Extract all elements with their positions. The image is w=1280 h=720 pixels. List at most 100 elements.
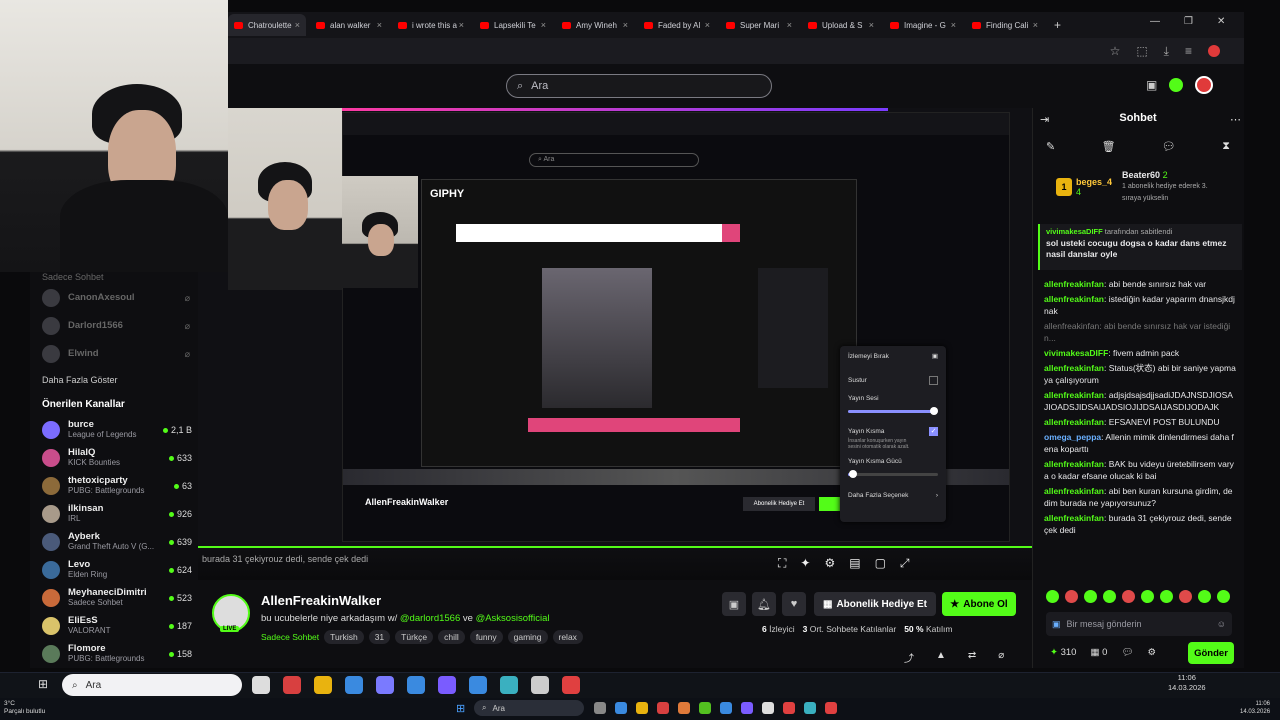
pip-icon[interactable]: ▢ <box>875 556 886 571</box>
taskbar-outer-app-icon[interactable] <box>615 702 627 714</box>
kick-logo-icon[interactable] <box>1169 78 1184 92</box>
trash-icon[interactable]: 🗑︎ <box>1102 140 1116 153</box>
taskbar-search[interactable]: ⌕ Ara <box>62 674 242 696</box>
taskbar-outer-app-icon[interactable] <box>804 702 816 714</box>
taskbar-outer-app-icon[interactable] <box>762 702 774 714</box>
mute-stream-icon[interactable]: ⌀ <box>998 650 1004 665</box>
menu-icon[interactable]: ≡ <box>1185 44 1192 58</box>
emote-icon[interactable] <box>1160 590 1173 603</box>
minimize-icon[interactable]: — <box>1150 16 1160 27</box>
ducking-checkbox[interactable]: ✓ <box>929 427 938 436</box>
chat-username[interactable]: allenfreakinfan <box>1044 279 1104 289</box>
sidebar-channel-burce[interactable]: burce League of Legends 2,1 B <box>30 416 198 444</box>
follow-button[interactable]: ♥ <box>782 592 806 616</box>
sidebar-channel-ayberk[interactable]: Ayberk Grand Theft Auto V (G... 639 <box>30 528 198 556</box>
taskbar-app-icon[interactable] <box>407 676 425 694</box>
ducking-slider-knob[interactable] <box>848 470 857 478</box>
sparkle-icon[interactable]: ✦ <box>800 556 810 571</box>
chat-username[interactable]: allenfreakinfan <box>1044 417 1104 427</box>
chat-bubble-icon[interactable]: 💬︎ <box>1121 647 1133 658</box>
taskbar-outer-app-icon[interactable] <box>678 702 690 714</box>
clip-icon[interactable]: ⛶ <box>778 556 786 571</box>
taskbar-app-icon[interactable] <box>531 676 549 694</box>
search-input[interactable]: ⌕ Ara <box>506 74 772 98</box>
ducking-strength-slider[interactable] <box>848 470 938 478</box>
stream-tag[interactable]: relax <box>552 630 583 644</box>
followed-channel[interactable]: Elwind ⌀ <box>30 340 198 368</box>
taskbar-outer-app-icon[interactable] <box>594 702 606 714</box>
taskbar-app-icon[interactable] <box>283 676 301 694</box>
user-avatar[interactable] <box>1195 76 1214 94</box>
sidebar-channel-ilkinsan[interactable]: ilkinsan IRL 926 <box>30 500 198 528</box>
windows-start-icon[interactable]: ⊞ <box>38 677 48 691</box>
browser-tab[interactable]: Super Mari × <box>720 14 798 36</box>
streamer-name[interactable]: AllenFreakinWalker <box>261 593 381 608</box>
tab-close-icon[interactable]: × <box>1033 20 1038 30</box>
show-more-link[interactable]: Daha Fazla Göster <box>30 368 198 392</box>
windows-start-icon-outer[interactable]: ⊞ <box>456 702 465 715</box>
sidebar-channel-meyhanecidimitri[interactable]: MeyhaneciDimitri Sadece Sohbet 523 <box>30 584 198 612</box>
emote-icon[interactable] <box>1084 590 1097 603</box>
sidebar-channel-levo[interactable]: Levo Elden Ring 624 <box>30 556 198 584</box>
followed-channel[interactable]: CanonAxesoul ⌀ <box>30 284 198 312</box>
taskbar-app-icon[interactable] <box>562 676 580 694</box>
tab-close-icon[interactable]: × <box>377 20 382 30</box>
tab-close-icon[interactable]: × <box>295 20 300 30</box>
maximize-icon[interactable]: ❐ <box>1184 16 1193 27</box>
stream-tag[interactable]: funny <box>469 630 503 644</box>
volume-slider[interactable] <box>848 407 938 415</box>
browser-tab[interactable]: Upload & S × <box>802 14 880 36</box>
channel-points[interactable]: ✦ 310 <box>1050 647 1076 658</box>
sidebar-channel-eliess[interactable]: EliEsS VALORANT 187 <box>30 612 198 640</box>
emote-icon[interactable] <box>1217 590 1230 603</box>
taskbar-outer-app-icon[interactable] <box>636 702 648 714</box>
chat-username[interactable]: allenfreakinfan <box>1044 513 1104 523</box>
profile-avatar[interactable] <box>1208 45 1220 57</box>
browser-tab[interactable]: Amy Wineh × <box>556 14 634 36</box>
browser-tab[interactable]: Finding Cali × <box>966 14 1044 36</box>
browser-tab[interactable]: Faded by Al × <box>638 14 716 36</box>
emote-icon[interactable] <box>1179 590 1192 603</box>
stream-tag[interactable]: chill <box>438 630 465 644</box>
tab-close-icon[interactable]: × <box>623 20 628 30</box>
stop-watching-row[interactable]: İzlemeyi Bırak ▣ <box>848 352 938 361</box>
emote-icon[interactable] <box>1198 590 1211 603</box>
bookmark-star-icon[interactable]: ☆ <box>1110 44 1121 58</box>
chat-username[interactable]: vivimakesaDIFF <box>1044 348 1108 358</box>
close-window-icon[interactable]: ✕ <box>1217 16 1225 27</box>
new-tab-button[interactable]: + <box>1054 18 1061 32</box>
taskbar-outer-app-icon[interactable] <box>783 702 795 714</box>
tab-close-icon[interactable]: × <box>787 20 792 30</box>
taskbar-app-icon[interactable] <box>438 676 456 694</box>
tab-close-icon[interactable]: × <box>869 20 874 30</box>
fullscreen-icon[interactable]: ⤢ <box>900 556 910 571</box>
sidebar-channel-hilalq[interactable]: HilalQ KICK Bounties 633 <box>30 444 198 472</box>
sidebar-channel-flomore[interactable]: Flomore PUBG: Battlegrounds 158 <box>30 640 198 668</box>
chat-settings-icon[interactable]: ⚙ <box>1147 647 1156 658</box>
emote-icon[interactable] <box>1103 590 1116 603</box>
gift-count[interactable]: ▦ 0 <box>1090 647 1107 658</box>
taskbar-outer-app-icon[interactable] <box>741 702 753 714</box>
category-link[interactable]: Sadece Sohbet <box>261 630 319 644</box>
popout-icon[interactable]: ▣ <box>932 352 938 360</box>
weather-widget[interactable]: 3°C Parçalı bulutlu <box>4 700 45 716</box>
emote-icon[interactable] <box>1046 590 1059 603</box>
chat-username[interactable]: allenfreakinfan <box>1044 294 1104 304</box>
taskbar-outer-app-icon[interactable] <box>657 702 669 714</box>
taskbar-app-icon[interactable] <box>376 676 394 694</box>
taskbar-app-icon[interactable] <box>345 676 363 694</box>
theater-icon[interactable]: ▤ <box>849 556 860 571</box>
taskbar-outer-app-icon[interactable] <box>720 702 732 714</box>
clip-button[interactable]: ▣ <box>722 592 746 616</box>
taskbar-outer-app-icon[interactable] <box>825 702 837 714</box>
browser-tab[interactable]: Chatroulette × <box>228 14 306 36</box>
notification-button[interactable]: 🔔︎ <box>752 592 776 616</box>
pin-icon[interactable]: ✎ <box>1046 140 1055 153</box>
download-icon[interactable]: ⤓ <box>1164 44 1169 59</box>
chat-username[interactable]: allenfreakinfan <box>1044 363 1104 373</box>
followed-channel[interactable]: Darlord1566 ⌀ <box>30 312 198 340</box>
settings-gear-icon[interactable]: ⚙ <box>824 556 835 571</box>
stream-tag[interactable]: gaming <box>507 630 548 644</box>
extensions-icon[interactable]: ⬚ <box>1136 44 1147 58</box>
taskbar-app-icon[interactable] <box>500 676 518 694</box>
